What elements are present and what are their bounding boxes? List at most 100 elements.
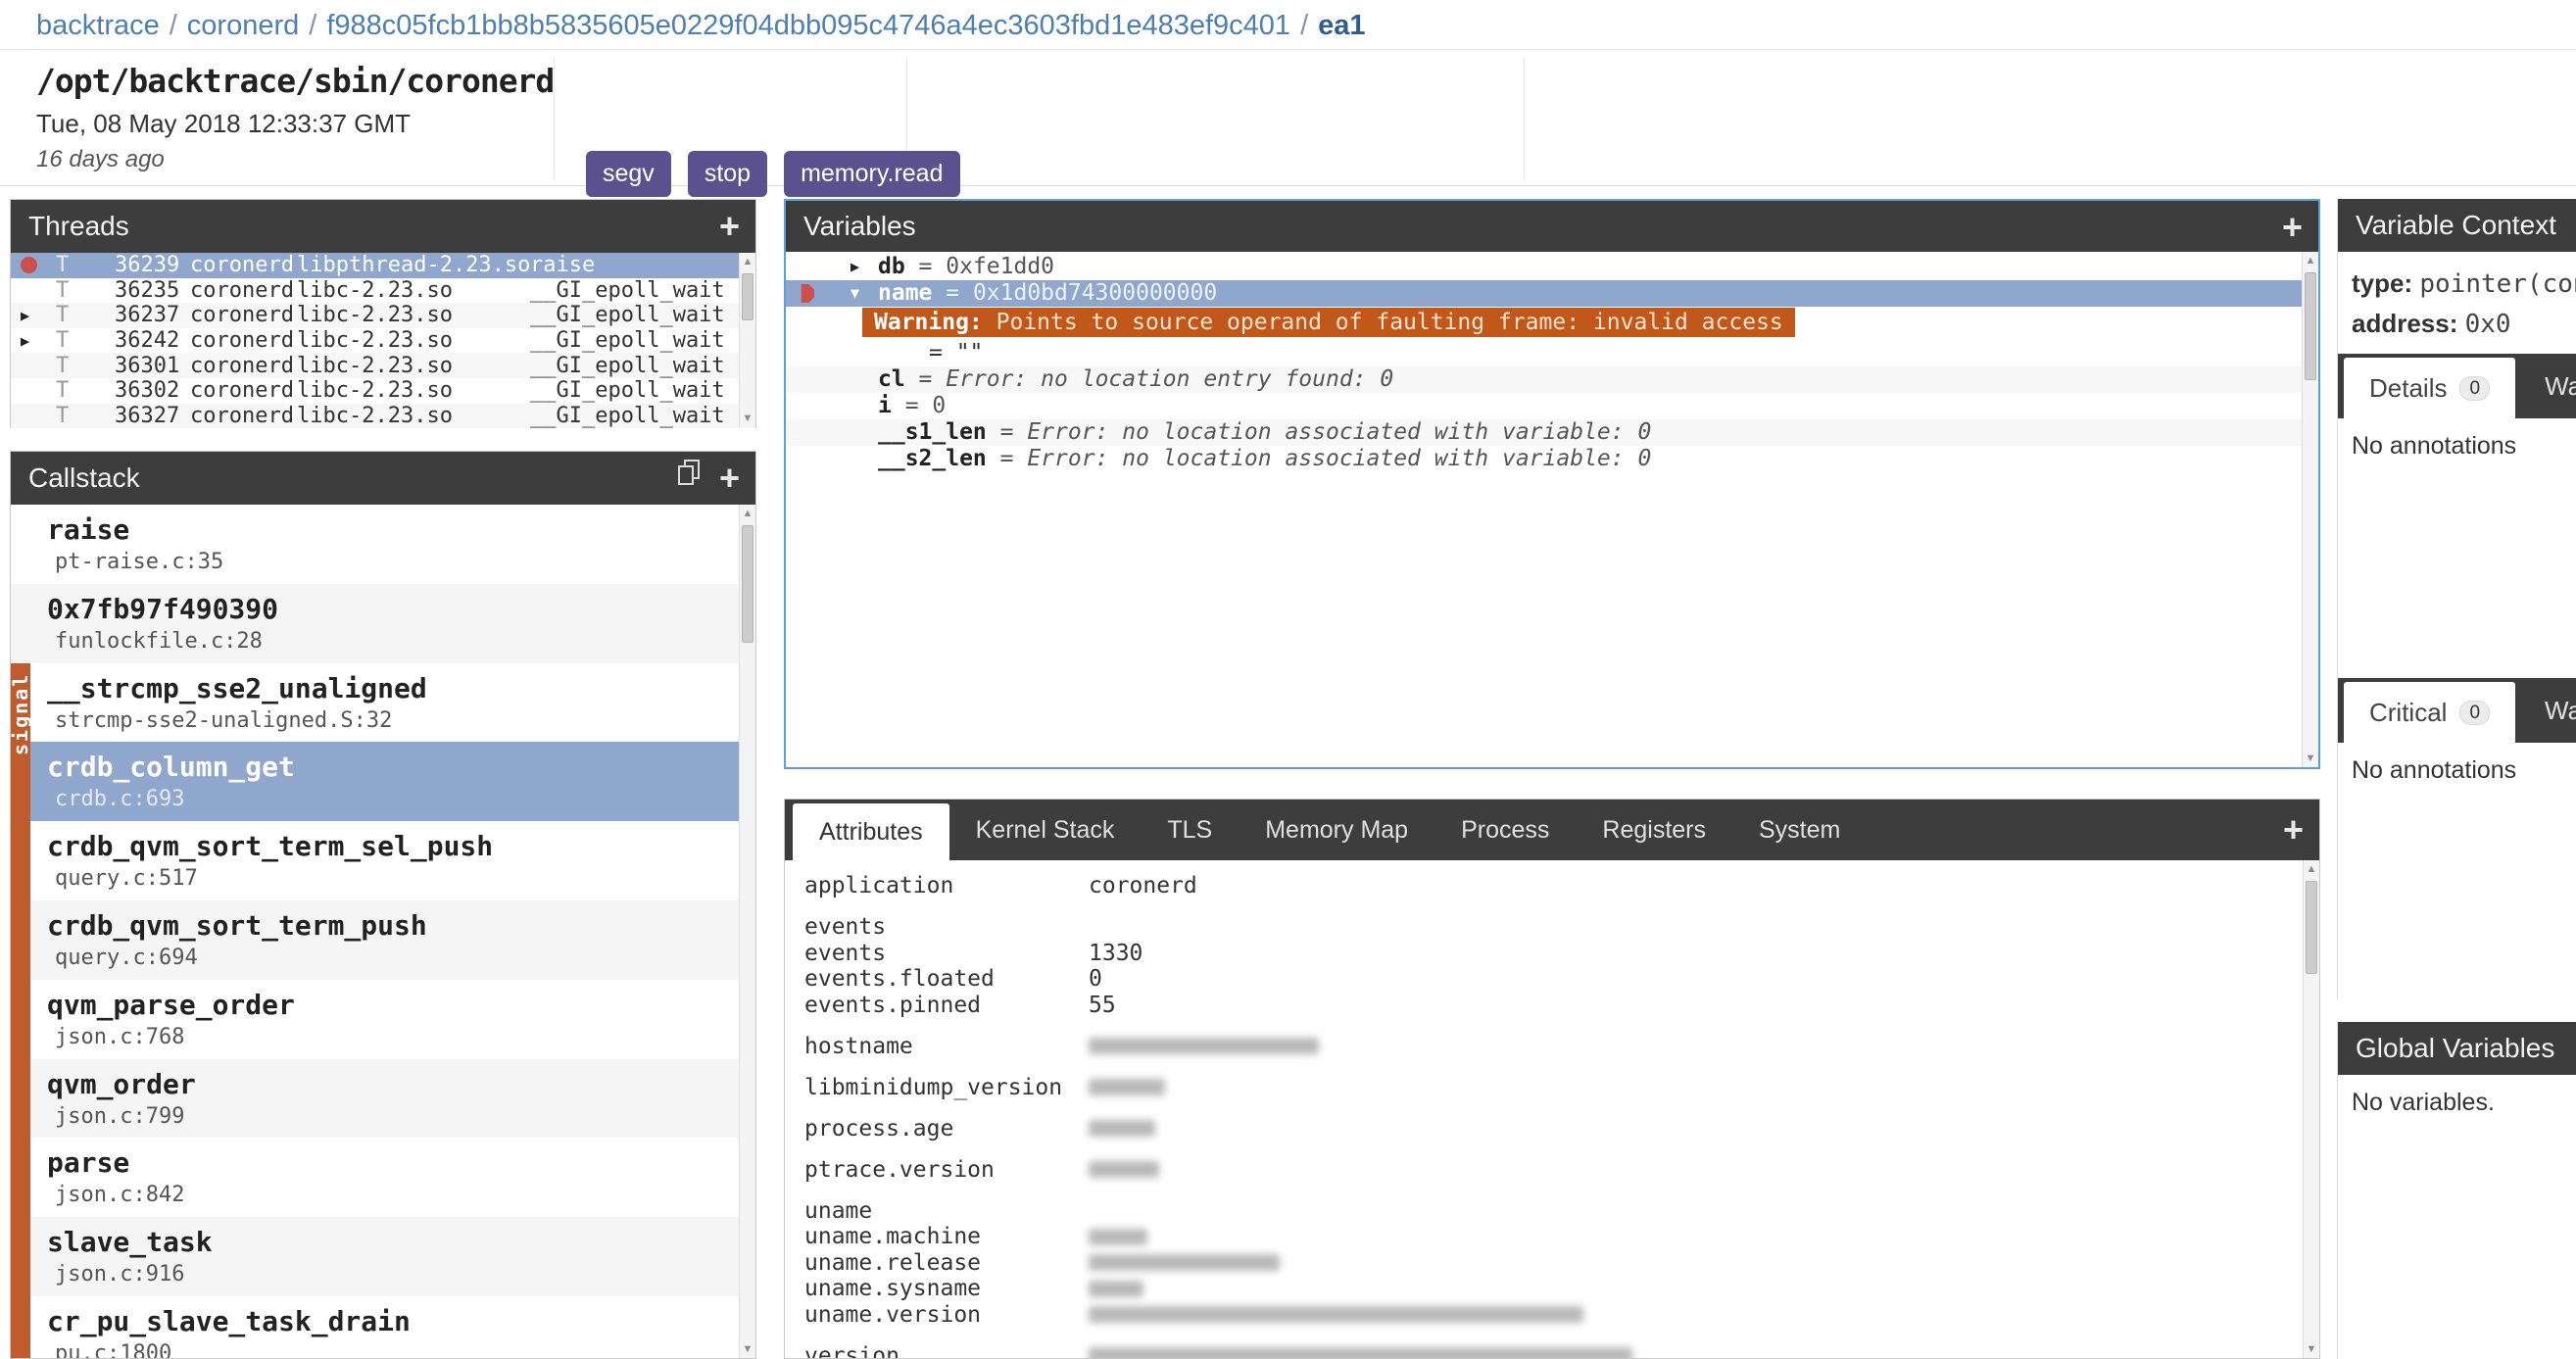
callstack-frame[interactable]: crdb_qvm_sort_term_push query.c:694 [11, 899, 755, 980]
attribute-row: events.pinned 55 [804, 993, 2319, 1019]
tab-process[interactable]: Process [1434, 800, 1576, 860]
add-icon[interactable]: + [719, 200, 740, 253]
variables-panel-header: Variables + [786, 201, 2318, 252]
scrollbar-thumb[interactable] [742, 273, 753, 320]
tab-critical[interactable]: Critical 0 [2344, 682, 2516, 749]
variable-row[interactable]: ▶ db = 0xfe1dd0 [786, 254, 2318, 280]
tab-memory-map[interactable]: Memory Map [1239, 800, 1434, 860]
breadcrumb-link[interactable]: f988c05fcb1bb8b5835605e0229f04dbb095c474… [326, 10, 1290, 41]
breadcrumb-current: ea1 [1318, 10, 1366, 41]
threads-title: Threads [28, 211, 129, 241]
scroll-up-icon[interactable]: ▲ [2304, 860, 2319, 878]
callstack-frame[interactable]: qvm_order json.c:799 [11, 1058, 755, 1139]
callstack-frame[interactable]: 0x7fb97f490390 funlockfile.c:28 [11, 583, 755, 663]
dump-age: 16 days ago [36, 146, 165, 172]
callstack-panel-header: Callstack + [11, 452, 755, 505]
variable-error: Error: no location entry found: 0 [946, 366, 1394, 392]
scrollbar-thumb[interactable] [2305, 272, 2316, 380]
expand-icon[interactable]: ▶ [21, 332, 29, 350]
attributes-scrollbar[interactable]: ▲ ▼ [2303, 860, 2319, 1358]
attribute-row: uname.machine [804, 1224, 2319, 1250]
count-badge: 0 [2459, 376, 2491, 401]
thread-pid: 36327 [115, 403, 180, 428]
threads-list: T 36239 coronerd libpthread-2.23.so rais… [11, 253, 755, 428]
variable-name: db [878, 254, 905, 279]
tab-registers[interactable]: Registers [1576, 800, 1732, 860]
frame-function: crdb_column_get [47, 751, 295, 784]
segv-button[interactable]: segv [586, 151, 671, 197]
tab-warning[interactable]: Warning [2519, 678, 2576, 743]
thread-row[interactable]: T 36302 coronerd libc-2.23.so __GI_epoll… [11, 378, 755, 404]
thread-row[interactable]: ▶ T 36237 coronerd libc-2.23.so __GI_epo… [11, 303, 755, 328]
tab-warnings[interactable]: Warnings [2519, 354, 2576, 418]
signal-strip: signal [11, 662, 32, 1358]
variable-row[interactable]: __s2_len = Error: no location associated… [786, 446, 2318, 472]
breadcrumb-separator: / [309, 10, 317, 41]
thread-library: libc-2.23.so [297, 378, 453, 404]
callstack-frame[interactable]: crdb_column_get crdb.c:693 [11, 742, 755, 822]
scroll-down-icon[interactable]: ▼ [2303, 750, 2318, 767]
variables-scrollbar[interactable]: ▲ ▼ [2302, 252, 2318, 767]
callstack-frame[interactable]: cr_pu_slave_task_drain pu.c:1800 [11, 1296, 755, 1358]
copy-icon[interactable] [676, 452, 702, 505]
frame-source: pt-raise.c:35 [55, 550, 224, 574]
callstack-frame[interactable]: crdb_qvm_sort_term_sel_push query.c:517 [11, 821, 755, 900]
severity-tabbar: Critical0Warning [2338, 678, 2576, 749]
variable-row[interactable]: i = 0 [786, 393, 2318, 419]
threads-scrollbar[interactable]: ▲ ▼ [739, 253, 755, 427]
expand-icon[interactable]: ▶ [21, 307, 29, 324]
tab-tls[interactable]: TLS [1141, 800, 1239, 860]
variable-context-header: Variable Context [2338, 199, 2576, 252]
thread-library: libpthread-2.23.so [297, 253, 531, 278]
attribute-key: uname.machine [804, 1224, 982, 1249]
scroll-up-icon[interactable]: ▲ [740, 505, 755, 522]
tab-attributes[interactable]: Attributes [793, 803, 949, 866]
thread-row[interactable]: T 36239 coronerd libpthread-2.23.so rais… [11, 253, 755, 278]
variable-row[interactable]: ▼ name = 0x1d0bd74300000000 [786, 280, 2318, 307]
callstack-scrollbar[interactable]: ▲ ▼ [739, 505, 755, 1358]
breadcrumb-link[interactable]: coronerd [187, 10, 299, 41]
add-icon[interactable]: + [719, 452, 740, 505]
callstack-frame[interactable]: parse json.c:842 [11, 1138, 755, 1217]
add-icon[interactable]: + [2282, 201, 2303, 254]
annotation-empty: No annotations [2352, 432, 2517, 460]
thread-library: libc-2.23.so [297, 353, 453, 378]
breadcrumb-link[interactable]: backtrace [36, 10, 160, 41]
tab-kernel-stack[interactable]: Kernel Stack [949, 800, 1142, 860]
variable-row[interactable]: __s1_len = Error: no location associated… [786, 419, 2318, 446]
scroll-down-icon[interactable]: ▼ [740, 410, 755, 427]
tab-details[interactable]: Details 0 [2344, 358, 2516, 424]
variable-name: name [878, 280, 933, 306]
tab-system[interactable]: System [1732, 800, 1867, 860]
dump-title: /opt/backtrace/sbin/coronerd [36, 62, 555, 100]
variable-deref-value: = "" [929, 340, 984, 365]
add-icon[interactable]: + [2283, 800, 2304, 860]
callstack-frame[interactable]: slave_task json.c:916 [11, 1217, 755, 1296]
count-badge: 0 [2459, 701, 2491, 725]
scroll-down-icon[interactable]: ▼ [740, 1340, 755, 1358]
memory.read-button[interactable]: memory.read [784, 151, 960, 197]
thread-row[interactable]: T 36301 coronerd libc-2.23.so __GI_epoll… [11, 353, 755, 378]
scrollbar-thumb[interactable] [742, 525, 753, 643]
scrollbar-thumb[interactable] [2306, 881, 2317, 974]
thread-row[interactable]: T 36327 coronerd libc-2.23.so __GI_epoll… [11, 403, 755, 428]
attribute-row: uname.version [804, 1302, 2319, 1329]
attribute-row: application coronerd [804, 873, 2319, 899]
callstack-frame[interactable]: raise pt-raise.c:35 [11, 505, 755, 584]
stop-button[interactable]: stop [687, 151, 768, 197]
scroll-down-icon[interactable]: ▼ [2304, 1340, 2319, 1358]
attribute-row: uname.release [804, 1250, 2319, 1277]
frame-function: __strcmp_sse2_unaligned [47, 671, 427, 704]
caret-icon[interactable]: ▶ [851, 254, 859, 280]
callstack-frame[interactable]: __strcmp_sse2_unaligned strcmp-sse2-unal… [11, 663, 755, 743]
frame-function: qvm_parse_order [47, 988, 295, 1021]
caret-icon[interactable]: ▼ [851, 280, 859, 307]
thread-row[interactable]: T 36235 coronerd libc-2.23.so __GI_epoll… [11, 278, 755, 304]
callstack-frame[interactable]: qvm_parse_order json.c:768 [11, 980, 755, 1059]
scroll-up-icon[interactable]: ▲ [740, 253, 755, 270]
variable-row[interactable]: cl = Error: no location entry found: 0 [786, 366, 2318, 393]
variable-address: address: 0x0 [2352, 309, 2511, 339]
scroll-up-icon[interactable]: ▲ [2303, 252, 2318, 269]
thread-row[interactable]: ▶ T 36242 coronerd libc-2.23.so __GI_epo… [11, 328, 755, 354]
